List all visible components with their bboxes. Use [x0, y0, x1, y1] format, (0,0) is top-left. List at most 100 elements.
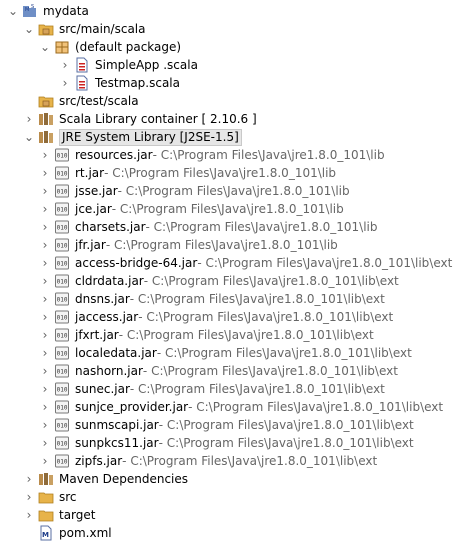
tree-item-scala-library[interactable]: › Scala Library container [ 2.10.6 ]	[22, 110, 257, 128]
jar-path: - C:\Program Files\Java\jre1.8.0_101\lib	[152, 148, 385, 162]
src-main-label: src/main/scala	[59, 22, 146, 36]
chevron-down-icon[interactable]: ⌄	[22, 20, 36, 38]
jar-icon: 010	[54, 255, 70, 271]
tree-item-simpleapp[interactable]: › SimpleApp .scala	[58, 56, 198, 74]
tree-item-jar[interactable]: › 010 jfr.jar - C:\Program Files\Java\jre1…	[38, 236, 338, 254]
tree-item-pom[interactable]: M pom.xml	[22, 524, 112, 542]
package-folder-icon	[38, 93, 54, 109]
chevron-right-icon[interactable]: ›	[38, 164, 52, 182]
tree-item-project[interactable]: ⌄ MS mydata	[6, 2, 89, 20]
tree-item-jar[interactable]: › 010 dnsns.jar - C:\Program Files\Java\jr…	[38, 290, 385, 308]
folder-icon	[38, 507, 54, 523]
jar-path: - C:\Program Files\Java\jre1.8.0_101\lib	[104, 166, 337, 180]
chevron-right-icon[interactable]: ›	[38, 200, 52, 218]
chevron-right-icon[interactable]: ›	[22, 470, 36, 488]
chevron-right-icon[interactable]: ›	[38, 182, 52, 200]
chevron-right-icon[interactable]: ›	[38, 416, 52, 434]
tree-item-jar[interactable]: › 010 sunjce_provider.jar - C:\Program Fil…	[38, 398, 444, 416]
chevron-right-icon[interactable]: ›	[38, 308, 52, 326]
chevron-right-icon[interactable]: ›	[22, 488, 36, 506]
file-name: Testmap.scala	[95, 76, 180, 90]
chevron-right-icon[interactable]: ›	[58, 56, 72, 74]
chevron-right-icon[interactable]: ›	[38, 290, 52, 308]
tree-item-jar[interactable]: › 010 resources.jar - C:\Program Files\Jav…	[38, 146, 385, 164]
svg-text:010: 010	[57, 207, 68, 214]
chevron-right-icon[interactable]: ›	[38, 362, 52, 380]
svg-text:010: 010	[57, 153, 68, 160]
svg-text:010: 010	[57, 351, 68, 358]
tree-item-target[interactable]: › target	[22, 506, 96, 524]
tree-item-jar[interactable]: › 010 jce.jar - C:\Program Files\Java\jre1…	[38, 200, 344, 218]
tree-item-testmap[interactable]: › Testmap.scala	[58, 74, 180, 92]
tree-item-src-main-scala[interactable]: ⌄ src/main/scala	[22, 20, 146, 38]
svg-text:010: 010	[57, 333, 68, 340]
chevron-down-icon[interactable]: ⌄	[38, 38, 52, 56]
jar-name: localedata.jar	[75, 346, 157, 360]
tree-item-src[interactable]: › src	[22, 488, 77, 506]
scala-file-icon	[74, 75, 90, 91]
jar-icon: 010	[54, 417, 70, 433]
chevron-down-icon[interactable]: ⌄	[6, 2, 20, 20]
tree-item-src-test-scala[interactable]: src/test/scala	[22, 92, 139, 110]
maven-dependencies-label: Maven Dependencies	[59, 472, 189, 486]
tree-item-jar[interactable]: › 010 jfxrt.jar - C:\Program Files\Java\jr…	[38, 326, 374, 344]
jar-name: dnsns.jar	[75, 292, 130, 306]
chevron-right-icon[interactable]: ›	[38, 380, 52, 398]
pom-label: pom.xml	[59, 526, 112, 540]
svg-text:010: 010	[57, 315, 68, 322]
chevron-right-icon[interactable]: ›	[38, 452, 52, 470]
tree-item-maven-dependencies[interactable]: › Maven Dependencies	[22, 470, 188, 488]
jar-name: jce.jar	[75, 202, 112, 216]
chevron-right-icon[interactable]: ›	[38, 236, 52, 254]
eclipse-project-icon: MS	[22, 3, 38, 19]
tree-item-default-package[interactable]: ⌄ (default package)	[38, 38, 181, 56]
package-folder-icon	[38, 21, 54, 37]
jar-name: access-bridge-64.jar	[75, 256, 198, 270]
jar-name: jaccess.jar	[75, 310, 139, 324]
jar-path: - C:\Program Files\Java\jre1.8.0_101\lib…	[129, 382, 385, 396]
chevron-right-icon[interactable]: ›	[38, 218, 52, 236]
chevron-right-icon[interactable]: ›	[38, 344, 52, 362]
tree-item-jar[interactable]: › 010 localedata.jar - C:\Program Files\Ja…	[38, 344, 412, 362]
svg-text:M: M	[42, 531, 49, 539]
svg-text:010: 010	[57, 297, 68, 304]
chevron-right-icon[interactable]: ›	[38, 146, 52, 164]
tree-item-jar[interactable]: › 010 sunpkcs11.jar - C:\Program Files\Jav…	[38, 434, 414, 452]
svg-text:M: M	[25, 7, 29, 13]
jar-icon: 010	[54, 435, 70, 451]
jar-name: sunec.jar	[75, 382, 130, 396]
jar-name: nashorn.jar	[75, 364, 143, 378]
tree-item-jar[interactable]: › 010 sunmscapi.jar - C:\Program Files\Jav…	[38, 416, 414, 434]
file-name: SimpleApp .scala	[95, 58, 198, 72]
chevron-right-icon[interactable]: ›	[38, 326, 52, 344]
tree-item-jar[interactable]: › 010 jaccess.jar - C:\Program Files\Java\…	[38, 308, 394, 326]
chevron-right-icon[interactable]: ›	[38, 434, 52, 452]
tree-item-jar[interactable]: › 010 cldrdata.jar - C:\Program Files\Java…	[38, 272, 399, 290]
jar-icon: 010	[54, 345, 70, 361]
jar-icon: 010	[54, 381, 70, 397]
jar-path: - C:\Program Files\Java\jre1.8.0_101\lib…	[158, 418, 414, 432]
jar-path: - C:\Program Files\Java\jre1.8.0_101\lib…	[118, 328, 374, 342]
jar-path: - C:\Program Files\Java\jre1.8.0_101\lib…	[138, 310, 394, 324]
tree-item-jar[interactable]: › 010 access-bridge-64.jar - C:\Program Fi…	[38, 254, 453, 272]
tree-item-jar[interactable]: › 010 rt.jar - C:\Program Files\Java\jre1.…	[38, 164, 336, 182]
scala-file-icon	[74, 57, 90, 73]
chevron-right-icon[interactable]: ›	[22, 506, 36, 524]
tree-item-jar[interactable]: › 010 charsets.jar - C:\Program Files\Java…	[38, 218, 378, 236]
tree-item-jar[interactable]: › 010 jsse.jar - C:\Program Files\Java\jre…	[38, 182, 350, 200]
chevron-right-icon[interactable]: ›	[38, 398, 52, 416]
chevron-right-icon[interactable]: ›	[38, 272, 52, 290]
tree-item-jar[interactable]: › 010 nashorn.jar - C:\Program Files\Java\…	[38, 362, 398, 380]
chevron-right-icon[interactable]: ›	[58, 74, 72, 92]
svg-text:010: 010	[57, 189, 68, 196]
tree-item-jar[interactable]: › 010 zipfs.jar - C:\Program Files\Java\jr…	[38, 452, 378, 470]
jar-icon: 010	[54, 165, 70, 181]
jar-name: sunpkcs11.jar	[75, 436, 159, 450]
chevron-right-icon[interactable]: ›	[22, 110, 36, 128]
tree-item-jar[interactable]: › 010 sunec.jar - C:\Program Files\Java\jr…	[38, 380, 385, 398]
svg-text:010: 010	[57, 441, 68, 448]
chevron-down-icon[interactable]: ⌄	[22, 128, 36, 146]
tree-item-jre-library[interactable]: ⌄ JRE System Library [J2SE-1.5]	[22, 128, 242, 146]
chevron-right-icon[interactable]: ›	[38, 254, 52, 272]
